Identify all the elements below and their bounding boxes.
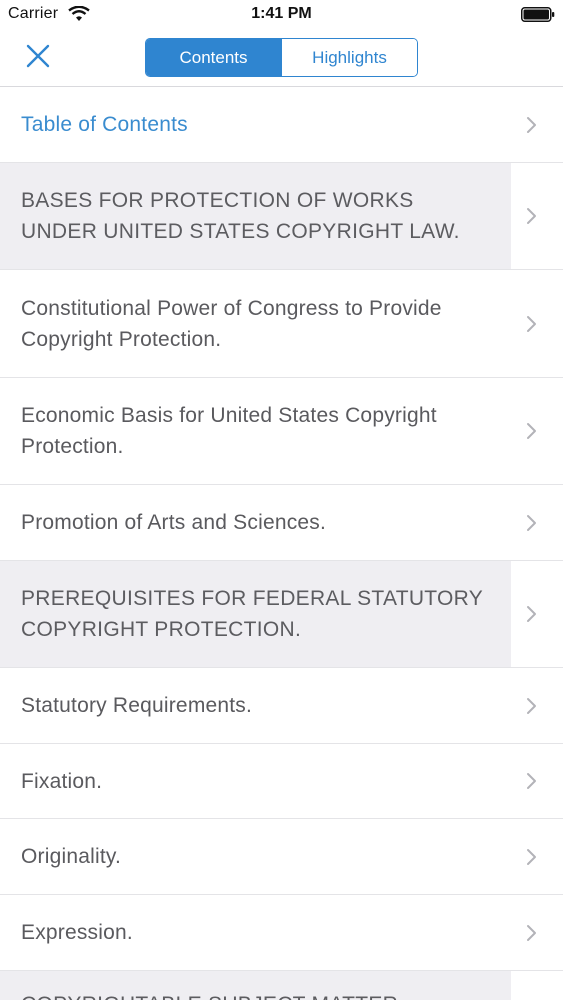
section-header[interactable]: PREREQUISITES FOR FEDERAL STATUTORY COPY…	[0, 561, 563, 668]
list-item[interactable]: Originality.	[0, 819, 563, 895]
chevron-right-icon	[527, 423, 536, 439]
chevron-right-icon	[527, 697, 536, 714]
section-header[interactable]: BASES FOR PROTECTION OF WORKS UNDER UNIT…	[0, 163, 563, 270]
contents-list: Table of Contents BASES FOR PROTECTION O…	[0, 87, 563, 1000]
status-time: 1:41 PM	[251, 5, 312, 22]
list-item[interactable]: Economic Basis for United States Copyrig…	[0, 378, 563, 485]
list-item[interactable]: Constitutional Power of Congress to Prov…	[0, 270, 563, 378]
tab-highlights[interactable]: Highlights	[281, 39, 417, 76]
status-bar: Carrier 1:41 PM	[0, 0, 563, 30]
chevron-right-icon	[527, 848, 536, 865]
chevron-right-icon	[527, 606, 536, 622]
chevron-right-icon	[527, 514, 536, 531]
battery-icon	[521, 7, 555, 22]
chevron-right-icon	[527, 208, 536, 224]
chevron-right-icon	[527, 315, 536, 332]
list-item[interactable]: Statutory Requirements.	[0, 668, 563, 744]
close-icon	[26, 44, 50, 68]
list-item-label: Fixation.	[21, 769, 103, 793]
tab-contents[interactable]: Contents	[146, 39, 281, 76]
list-item-label: BASES FOR PROTECTION OF WORKS UNDER UNIT…	[21, 189, 460, 243]
nav-bar: Contents Highlights	[0, 30, 563, 87]
list-item-label: Promotion of Arts and Sciences.	[21, 511, 327, 534]
section-header[interactable]: COPYRIGHTABLE SUBJECT MATTER	[0, 971, 563, 1000]
list-item[interactable]: Fixation.	[0, 744, 563, 819]
list-item-label: Economic Basis for United States Copyrig…	[21, 404, 437, 458]
list-item-label: PREREQUISITES FOR FEDERAL STATUTORY COPY…	[21, 587, 483, 641]
chevron-right-icon	[527, 773, 536, 789]
list-item[interactable]: Expression.	[0, 895, 563, 971]
list-item[interactable]: Promotion of Arts and Sciences.	[0, 485, 563, 561]
chevron-right-icon	[527, 924, 536, 941]
close-button[interactable]	[20, 38, 56, 74]
list-item-label: Originality.	[21, 845, 122, 868]
list-item-label: Table of Contents	[21, 113, 188, 136]
list-item-table-of-contents[interactable]: Table of Contents	[0, 87, 563, 163]
chevron-right-icon	[527, 116, 536, 133]
list-item-label: Expression.	[21, 921, 133, 944]
list-item-label: Statutory Requirements.	[21, 694, 253, 717]
list-item-label: Constitutional Power of Congress to Prov…	[21, 296, 442, 351]
segmented-control: Contents Highlights	[145, 38, 418, 77]
list-item-label: COPYRIGHTABLE SUBJECT MATTER	[0, 989, 468, 1000]
